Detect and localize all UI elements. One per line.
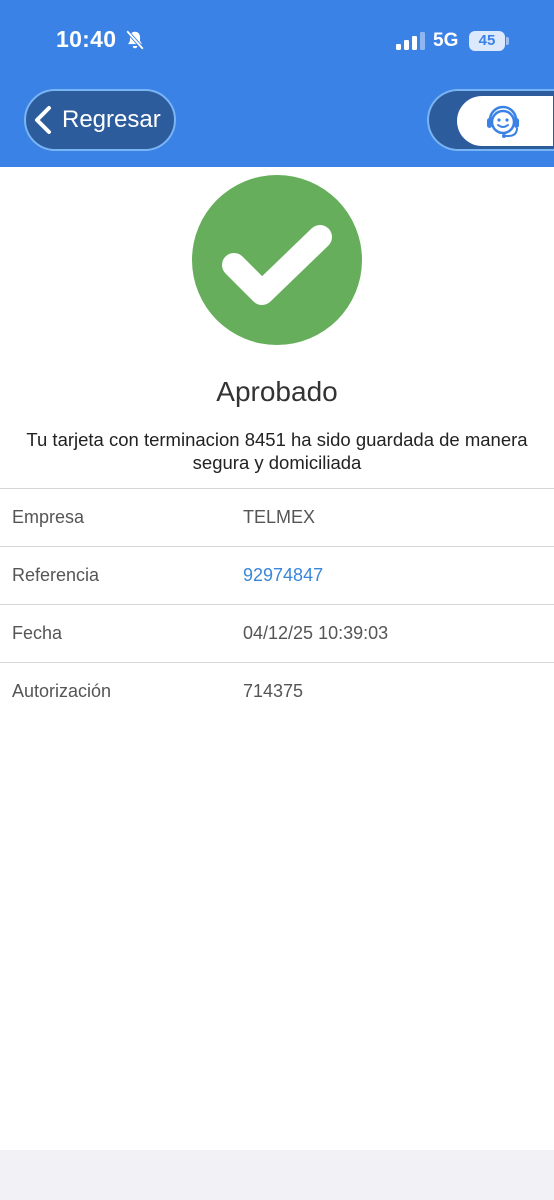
detail-label: Fecha — [12, 623, 63, 643]
detail-row-empresa: Empresa TELMEX — [0, 489, 554, 547]
chevron-left-icon — [35, 106, 51, 134]
result-message: Tu tarjeta con terminacion 8451 ha sido … — [26, 429, 528, 473]
support-toggle-knob[interactable] — [457, 96, 553, 146]
checkmark-icon — [192, 175, 362, 345]
bottom-bar — [0, 1150, 554, 1200]
signal-icon — [396, 32, 425, 50]
reference-link[interactable]: 92974847 — [243, 565, 323, 586]
back-button[interactable]: Regresar — [24, 89, 176, 151]
transaction-details: Empresa TELMEX Referencia 92974847 Fecha… — [0, 488, 554, 720]
detail-label: Autorización — [12, 681, 112, 701]
status-bar: 10:40 5G 45 — [0, 0, 554, 84]
status-time: 10:40 — [56, 26, 117, 52]
battery-icon: 45 — [469, 31, 505, 51]
detail-value: TELMEX — [243, 507, 316, 527]
battery-cap — [506, 37, 509, 45]
detail-value: 04/12/25 10:39:03 — [243, 623, 389, 643]
network-type: 5G — [433, 30, 459, 51]
bell-off-icon — [125, 30, 145, 50]
detail-label: Empresa — [12, 507, 85, 527]
detail-row-referencia: Referencia 92974847 — [0, 547, 554, 605]
result-title: Aprobado — [216, 376, 338, 407]
support-toggle[interactable] — [427, 89, 554, 151]
back-button-label: Regresar — [62, 106, 161, 133]
detail-label: Referencia — [12, 565, 100, 585]
detail-value: 714375 — [243, 681, 304, 701]
detail-row-fecha: Fecha 04/12/25 10:39:03 — [0, 605, 554, 663]
detail-row-autorizacion: Autorización 714375 — [0, 663, 554, 720]
headset-icon — [487, 105, 519, 138]
app-header: 10:40 5G 45 Regresar — [0, 0, 554, 167]
